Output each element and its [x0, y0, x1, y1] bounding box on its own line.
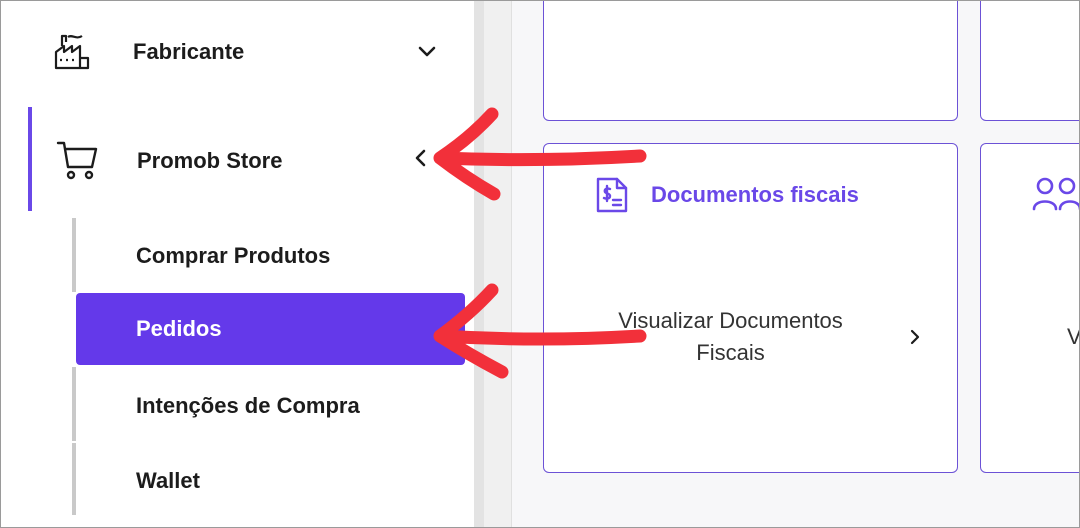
chevron-left-icon[interactable]: [410, 147, 432, 169]
panel-divider: [484, 0, 512, 528]
submenu-item-label: Intenções de Compra: [136, 393, 360, 418]
chevron-down-icon[interactable]: [416, 40, 438, 62]
submenu-item-label: Pedidos: [136, 316, 222, 341]
card-title: Documentos fiscais: [651, 182, 859, 207]
card-users[interactable]: V: [980, 143, 1080, 473]
card-documentos-fiscais[interactable]: Documentos fiscais Visualizar Documentos…: [543, 143, 958, 473]
fiscal-document-icon: [595, 176, 629, 219]
submenu-item-intencoes-de-compra[interactable]: Intenções de Compra: [76, 370, 465, 442]
card-body-text: V: [1067, 324, 1080, 349]
sidebar-item-promob-store[interactable]: Promob Store: [0, 107, 474, 211]
sidebar-scrollbar[interactable]: [474, 0, 484, 528]
sidebar-item-label: Promob Store: [137, 148, 283, 173]
submenu-item-pedidos[interactable]: Pedidos: [76, 293, 465, 365]
submenu-item-label: Comprar Produtos: [136, 243, 331, 268]
submenu-item-wallet[interactable]: Wallet: [76, 445, 465, 517]
main-content: Documentos fiscais Visualizar Documentos…: [512, 0, 1080, 528]
sidebar-item-fabricante[interactable]: Fabricante: [0, 20, 474, 84]
submenu-item-comprar-produtos[interactable]: Comprar Produtos: [76, 220, 465, 292]
card-body-text: Visualizar Documentos Fiscais: [618, 308, 843, 365]
card-top-right[interactable]: [980, 0, 1080, 121]
factory-icon: [52, 32, 92, 72]
submenu-item-label: Wallet: [136, 468, 200, 493]
card-top-left[interactable]: [543, 0, 958, 121]
cart-icon: [56, 139, 98, 181]
sidebar: Fabricante Promob Store Comprar Produtos…: [0, 0, 474, 528]
chevron-right-icon[interactable]: [906, 328, 924, 351]
sidebar-item-label: Fabricante: [133, 39, 245, 64]
users-icon: [1032, 175, 1080, 216]
